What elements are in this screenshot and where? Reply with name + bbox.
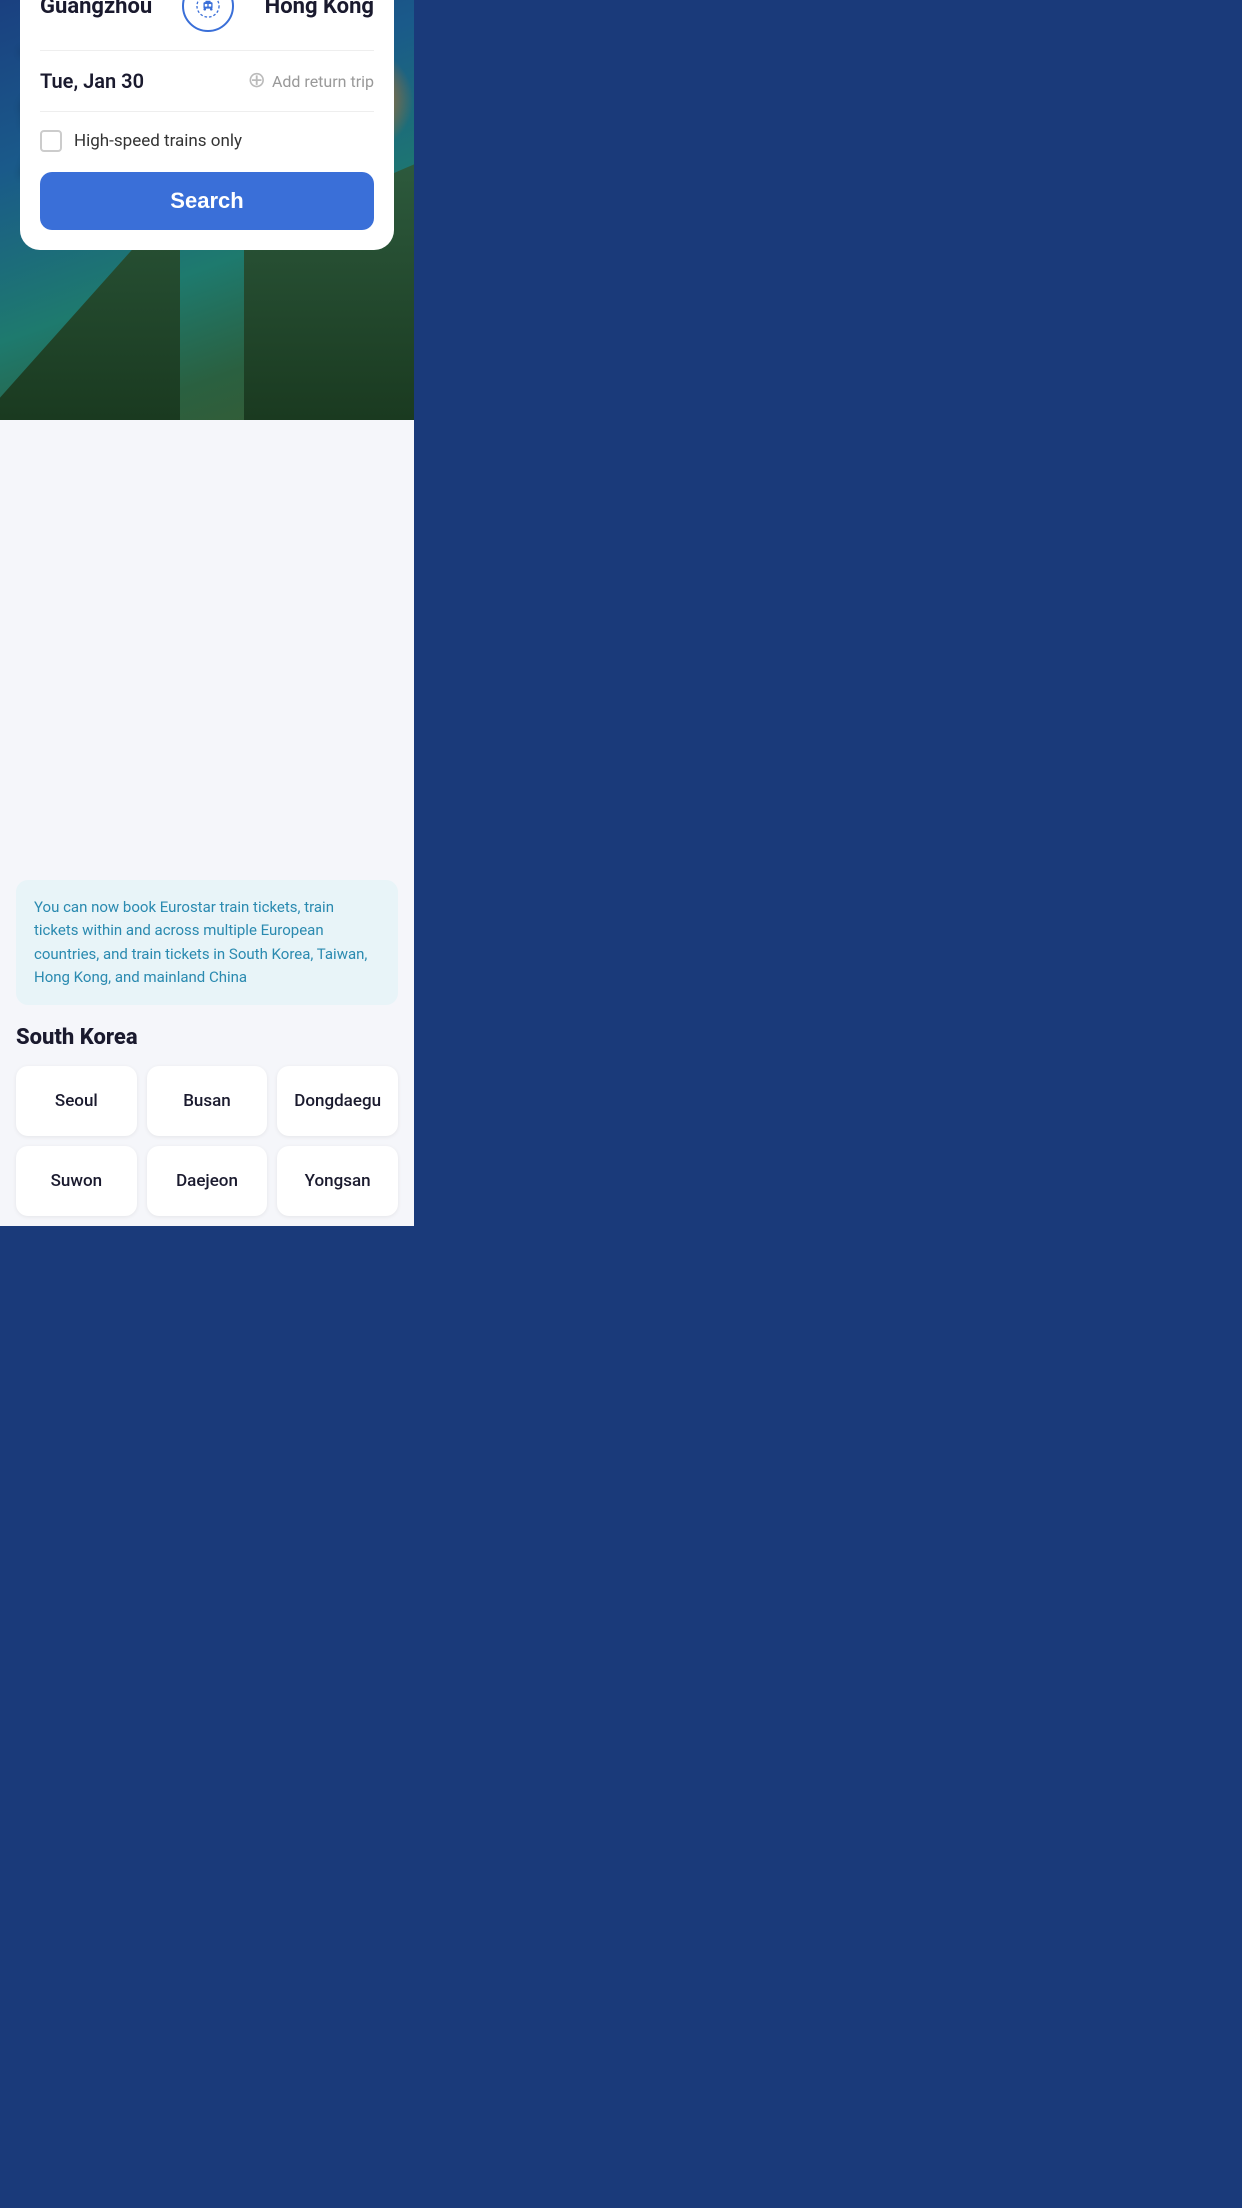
city-card-daejeon[interactable]: Daejeon — [147, 1146, 268, 1216]
city-label-busan: Busan — [183, 1091, 231, 1111]
destination-city[interactable]: Hong Kong — [265, 0, 374, 19]
city-label-yongsan: Yongsan — [305, 1171, 371, 1191]
south-korea-cities-row1: Seoul Busan Dongdaegu — [0, 1066, 414, 1146]
city-label-seoul: Seoul — [55, 1091, 98, 1111]
city-label-daejeon: Daejeon — [176, 1171, 238, 1191]
south-korea-section: South Korea Seoul Busan Dongdaegu Suwon … — [0, 1025, 414, 1226]
high-speed-checkbox[interactable] — [40, 130, 62, 152]
city-card-busan[interactable]: Busan — [147, 1066, 268, 1136]
city-label-dongdaegu: Dongdaegu — [294, 1091, 381, 1111]
add-return-trip-button[interactable]: ⊕ Add return trip — [248, 70, 374, 92]
swap-cities-button[interactable] — [182, 0, 234, 32]
high-speed-label: High-speed trains only — [74, 131, 242, 151]
city-card-dongdaegu[interactable]: Dongdaegu — [277, 1066, 398, 1136]
city-card-suwon[interactable]: Suwon — [16, 1146, 137, 1216]
info-banner: You can now book Eurostar train tickets,… — [16, 880, 398, 1005]
search-button[interactable]: Search — [40, 172, 374, 230]
options-row: High-speed trains only — [40, 112, 374, 172]
main-content: Trains. Guangzhou — [0, 420, 414, 1226]
south-korea-cities-row2: Suwon Daejeon Yongsan — [0, 1146, 414, 1226]
departure-date[interactable]: Tue, Jan 30 — [40, 69, 144, 93]
city-card-yongsan[interactable]: Yongsan — [277, 1146, 398, 1216]
swap-train-icon — [195, 0, 221, 19]
city-card-seoul[interactable]: Seoul — [16, 1066, 137, 1136]
search-form: Guangzhou — [20, 0, 394, 250]
south-korea-title: South Korea — [0, 1025, 414, 1066]
city-label-suwon: Suwon — [51, 1171, 102, 1191]
search-button-label: Search — [170, 188, 243, 214]
date-row: Tue, Jan 30 ⊕ Add return trip — [40, 51, 374, 112]
page-wrapper: Train Tickets for Europe and Asia. Train… — [0, 0, 414, 1226]
plus-circle-icon: ⊕ — [248, 70, 266, 92]
return-trip-label: Add return trip — [272, 72, 374, 91]
route-row: Guangzhou — [40, 0, 374, 51]
origin-city[interactable]: Guangzhou — [40, 0, 152, 19]
search-card: Trains. Guangzhou — [20, 0, 394, 250]
info-banner-text: You can now book Eurostar train tickets,… — [34, 896, 380, 989]
